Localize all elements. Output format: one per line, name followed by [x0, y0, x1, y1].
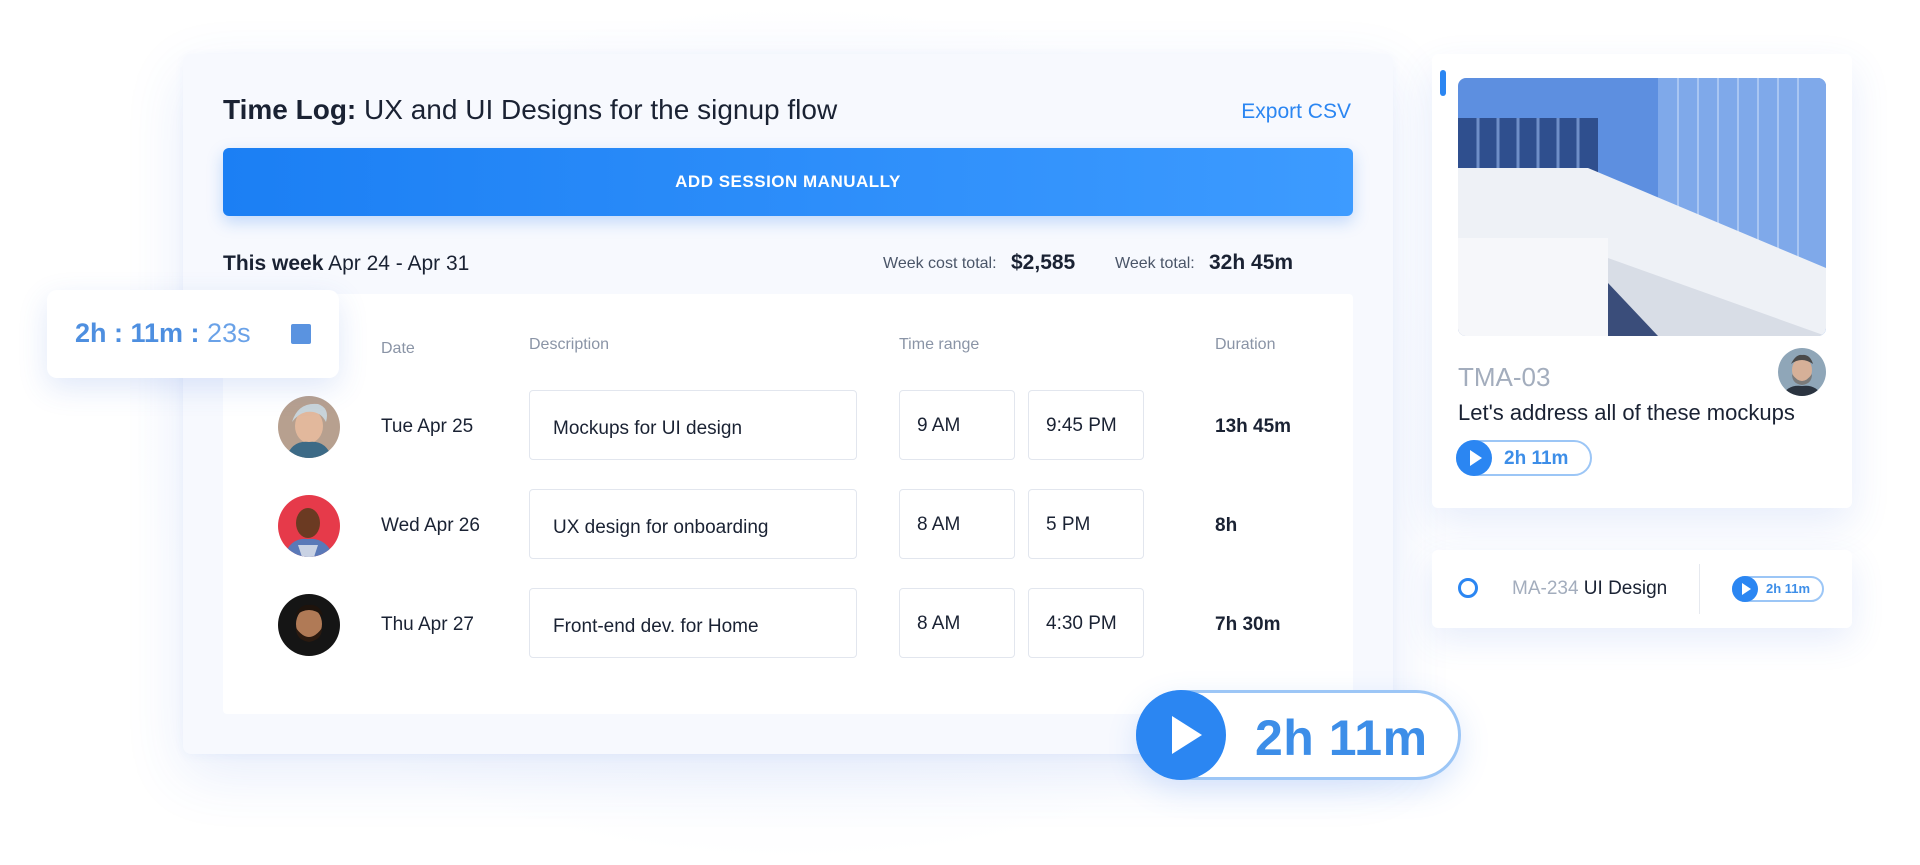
week-cost-value: $2,585	[1011, 251, 1076, 274]
column-header-duration: Duration	[1215, 336, 1276, 353]
mini-task-label: MA-234 UI Design	[1512, 578, 1667, 600]
play-icon[interactable]	[1136, 690, 1226, 780]
play-icon[interactable]	[1456, 440, 1492, 476]
week-total-value: 32h 45m	[1209, 251, 1294, 274]
avatar	[278, 594, 340, 656]
mini-task-card[interactable]: MA-234 UI Design 2h 11m	[1432, 550, 1852, 628]
start-time-field[interactable]: 8 AM	[899, 489, 1015, 559]
task-status-circle-icon[interactable]	[1458, 578, 1478, 598]
description-field[interactable]: Front-end dev. for Home	[529, 588, 857, 658]
export-csv-link[interactable]: Export CSV	[1241, 100, 1351, 124]
add-session-button[interactable]: ADD SESSION MANUALLY	[223, 148, 1353, 216]
page-title: Time Log: UX and UI Designs for the sign…	[223, 94, 837, 126]
task-title: Let's address all of these mockups	[1458, 400, 1795, 425]
timer-readout: 2h : 11m : 23s	[75, 318, 251, 349]
task-card[interactable]: TMA-03 Let's address all of these mockup…	[1432, 54, 1852, 508]
mini-task-timer-label: 2h 11m	[1766, 581, 1811, 596]
play-icon[interactable]	[1732, 576, 1758, 602]
avatar	[1778, 348, 1826, 396]
row-duration: 13h 45m	[1215, 416, 1292, 437]
week-range: Apr 24 - Apr 31	[323, 252, 470, 275]
title-task-name: UX and UI Designs for the signup flow	[356, 94, 838, 125]
big-timer-pill[interactable]: 2h 11m	[1136, 690, 1461, 780]
task-image	[1458, 78, 1826, 336]
mini-task-name: UI Design	[1578, 578, 1668, 599]
table-row: Thu Apr 27 Front-end dev. for Home 8 AM …	[223, 588, 1353, 662]
start-time-field[interactable]: 9 AM	[899, 390, 1015, 460]
description-field[interactable]: Mockups for UI design	[529, 390, 857, 460]
task-timer-pill[interactable]: 2h 11m	[1456, 440, 1592, 476]
timer-seconds: 23s	[199, 318, 251, 348]
week-cost-label: Week cost total:	[883, 255, 997, 272]
title-prefix: Time Log:	[223, 94, 357, 125]
running-timer-card: 2h : 11m : 23s	[47, 290, 339, 378]
row-duration: 7h 30m	[1215, 614, 1281, 635]
big-timer-label: 2h 11m	[1255, 710, 1428, 766]
week-summary: This week Apr 24 - Apr 31 Week cost tota…	[223, 251, 1353, 282]
end-time-field[interactable]: 9:45 PM	[1028, 390, 1144, 460]
mini-task-code: MA-234	[1512, 578, 1579, 599]
mini-task-timer-pill[interactable]: 2h 11m	[1732, 576, 1824, 602]
start-time-field[interactable]: 8 AM	[899, 588, 1015, 658]
task-timer-label: 2h 11m	[1504, 448, 1569, 469]
table-row: Tue Apr 25 Mockups for UI design 9 AM 9:…	[223, 390, 1353, 464]
stop-square-icon[interactable]	[291, 324, 311, 344]
divider	[1699, 564, 1700, 614]
avatar	[278, 495, 340, 557]
avatar	[278, 396, 340, 458]
week-label-bold: This week	[223, 252, 324, 275]
table-row: Wed Apr 26 UX design for onboarding 8 AM…	[223, 489, 1353, 563]
row-date: Tue Apr 25	[381, 416, 474, 437]
column-header-date: Date	[381, 340, 415, 357]
column-header-time-range: Time range	[899, 336, 980, 353]
description-field[interactable]: UX design for onboarding	[529, 489, 857, 559]
row-date: Wed Apr 26	[381, 515, 480, 536]
row-duration: 8h	[1215, 515, 1238, 536]
end-time-field[interactable]: 4:30 PM	[1028, 588, 1144, 658]
active-indicator	[1440, 70, 1446, 96]
end-time-field[interactable]: 5 PM	[1028, 489, 1144, 559]
week-label: This week Apr 24 - Apr 31	[223, 252, 469, 276]
sessions-table: Date Description Time range Duration Tue…	[223, 294, 1353, 714]
time-log-card: Time Log: UX and UI Designs for the sign…	[183, 54, 1393, 754]
row-date: Thu Apr 27	[381, 614, 474, 635]
column-header-description: Description	[529, 336, 610, 353]
week-total-label: Week total:	[1115, 255, 1195, 272]
task-id: TMA-03	[1458, 362, 1551, 392]
timer-hours-minutes: 2h : 11m :	[75, 318, 200, 348]
